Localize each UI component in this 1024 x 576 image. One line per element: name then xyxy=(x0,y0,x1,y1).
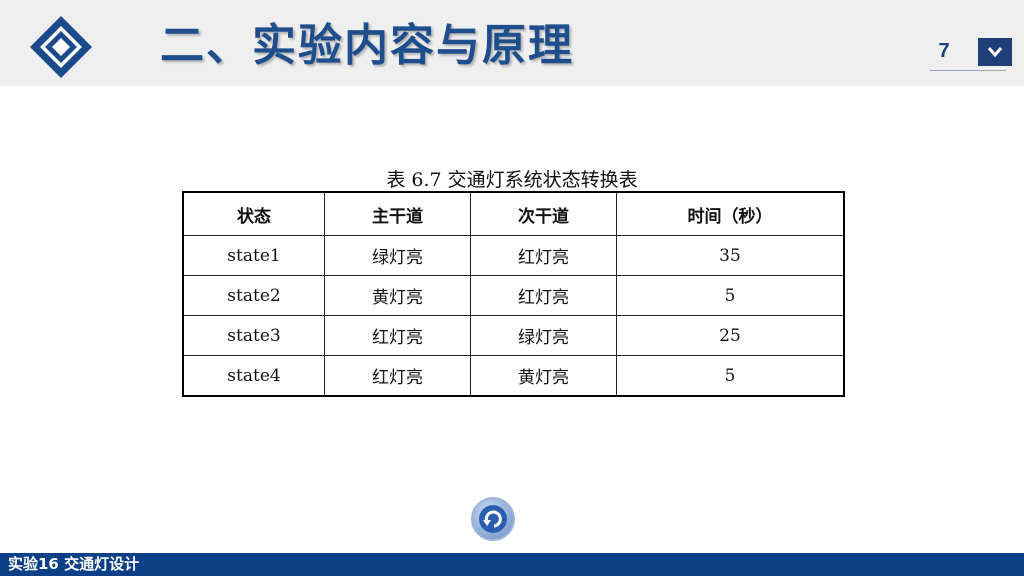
table-cell: 红灯亮 xyxy=(470,275,617,316)
table-header-row: 状态 主干道 次干道 时间（秒） xyxy=(182,191,845,236)
table-cell: state3 xyxy=(182,315,325,356)
table-row: state1 绿灯亮 红灯亮 35 xyxy=(182,235,845,276)
footer-title: 实验16 交通灯设计 xyxy=(8,555,140,573)
diamond-logo-icon xyxy=(30,16,92,78)
column-header: 状态 xyxy=(182,191,325,236)
table-row: state4 红灯亮 黄灯亮 5 xyxy=(182,355,845,397)
table-row: state2 黄灯亮 红灯亮 5 xyxy=(182,275,845,316)
table-cell: 5 xyxy=(616,355,845,397)
chevron-down-icon xyxy=(987,47,1003,58)
table-cell: state4 xyxy=(182,355,325,397)
table-cell: 5 xyxy=(616,275,845,316)
table-cell: 黄灯亮 xyxy=(324,275,471,316)
table-cell: 红灯亮 xyxy=(324,355,471,397)
table-caption: 表 6.7 交通灯系统状态转换表 xyxy=(386,169,638,191)
return-arrow-icon[interactable] xyxy=(470,496,516,542)
table-cell: 35 xyxy=(616,235,845,276)
column-header: 次干道 xyxy=(470,191,617,236)
table-cell: 绿灯亮 xyxy=(324,235,471,276)
next-page-button[interactable] xyxy=(978,38,1012,66)
table-cell: 黄灯亮 xyxy=(470,355,617,397)
column-header: 时间（秒） xyxy=(616,191,845,236)
table-cell: 绿灯亮 xyxy=(470,315,617,356)
divider xyxy=(930,70,1006,71)
state-table: 状态 主干道 次干道 时间（秒） state1 绿灯亮 红灯亮 35 state… xyxy=(182,191,845,397)
footer-bar: 实验16 交通灯设计 xyxy=(0,553,1024,576)
table-cell: 25 xyxy=(616,315,845,356)
page-number: 7 xyxy=(938,40,950,62)
table-cell: state1 xyxy=(182,235,325,276)
table-cell: 红灯亮 xyxy=(324,315,471,356)
table-row: state3 红灯亮 绿灯亮 25 xyxy=(182,315,845,356)
column-header: 主干道 xyxy=(324,191,471,236)
table-cell: state2 xyxy=(182,275,325,316)
table-cell: 红灯亮 xyxy=(470,235,617,276)
page-title: 二、实验内容与原理 xyxy=(160,20,574,71)
